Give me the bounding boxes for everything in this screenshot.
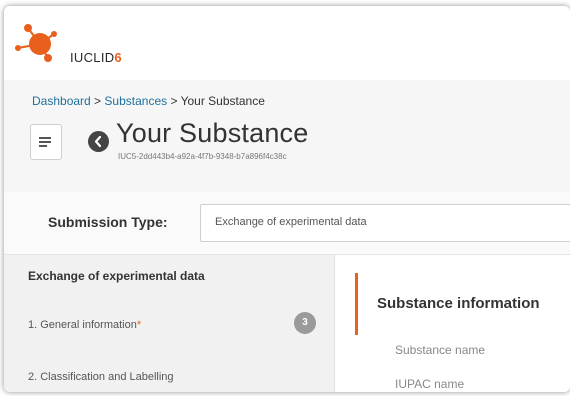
breadcrumb-separator: > bbox=[90, 94, 105, 108]
sections-panel: Exchange of experimental data 1. General… bbox=[4, 255, 335, 392]
submission-type-value: Exchange of experimental data bbox=[215, 216, 367, 228]
submission-type-row: Submission Type: Exchange of experimenta… bbox=[4, 192, 570, 255]
breadcrumb-substances[interactable]: Substances bbox=[104, 94, 167, 108]
detail-title: Substance information bbox=[377, 295, 540, 312]
logo-name: IUCLID bbox=[70, 50, 115, 65]
substance-uuid: IUC5-2dd443b4-a92a-4f7b-9348-b7a896f4c38… bbox=[118, 152, 287, 161]
section-item-general-information[interactable]: 1. General information* bbox=[28, 319, 141, 331]
section-item-classification[interactable]: 2. Classification and Labelling bbox=[28, 371, 174, 383]
page-header: Dashboard > Substances > Your Substance … bbox=[4, 80, 570, 193]
molecule-logo-icon bbox=[15, 24, 57, 62]
section-accent-bar bbox=[355, 273, 358, 335]
top-bar: IUCLID6 bbox=[4, 6, 570, 80]
breadcrumb-dashboard[interactable]: Dashboard bbox=[32, 94, 91, 108]
iuclid-logo[interactable]: IUCLID6 bbox=[14, 20, 144, 74]
field-label-iupac-name: IUPAC name bbox=[395, 377, 465, 391]
logo-text: IUCLID6 bbox=[70, 50, 122, 65]
back-arrow-icon bbox=[94, 135, 102, 148]
section-item-label: 1. General information bbox=[28, 319, 137, 331]
section-count-badge: 3 bbox=[294, 312, 316, 334]
app-window: IUCLID6 Dashboard > Substances > Your Su… bbox=[4, 6, 570, 392]
menu-toggle-button[interactable] bbox=[30, 124, 62, 160]
breadcrumb-separator: > bbox=[167, 94, 181, 108]
detail-panel: Substance information Substance name IUP… bbox=[335, 255, 570, 392]
back-button[interactable] bbox=[88, 131, 109, 152]
submission-type-label: Submission Type: bbox=[48, 214, 168, 230]
submission-type-select[interactable]: Exchange of experimental data bbox=[200, 204, 570, 242]
required-marker: * bbox=[136, 319, 142, 331]
breadcrumb-current: Your Substance bbox=[180, 94, 265, 108]
breadcrumb: Dashboard > Substances > Your Substance bbox=[32, 94, 265, 108]
section-item-label: 2. Classification and Labelling bbox=[28, 371, 174, 383]
page-title: Your Substance bbox=[116, 118, 309, 148]
sections-title: Exchange of experimental data bbox=[28, 269, 205, 283]
logo-version: 6 bbox=[114, 50, 122, 65]
field-label-substance-name: Substance name bbox=[395, 343, 486, 357]
